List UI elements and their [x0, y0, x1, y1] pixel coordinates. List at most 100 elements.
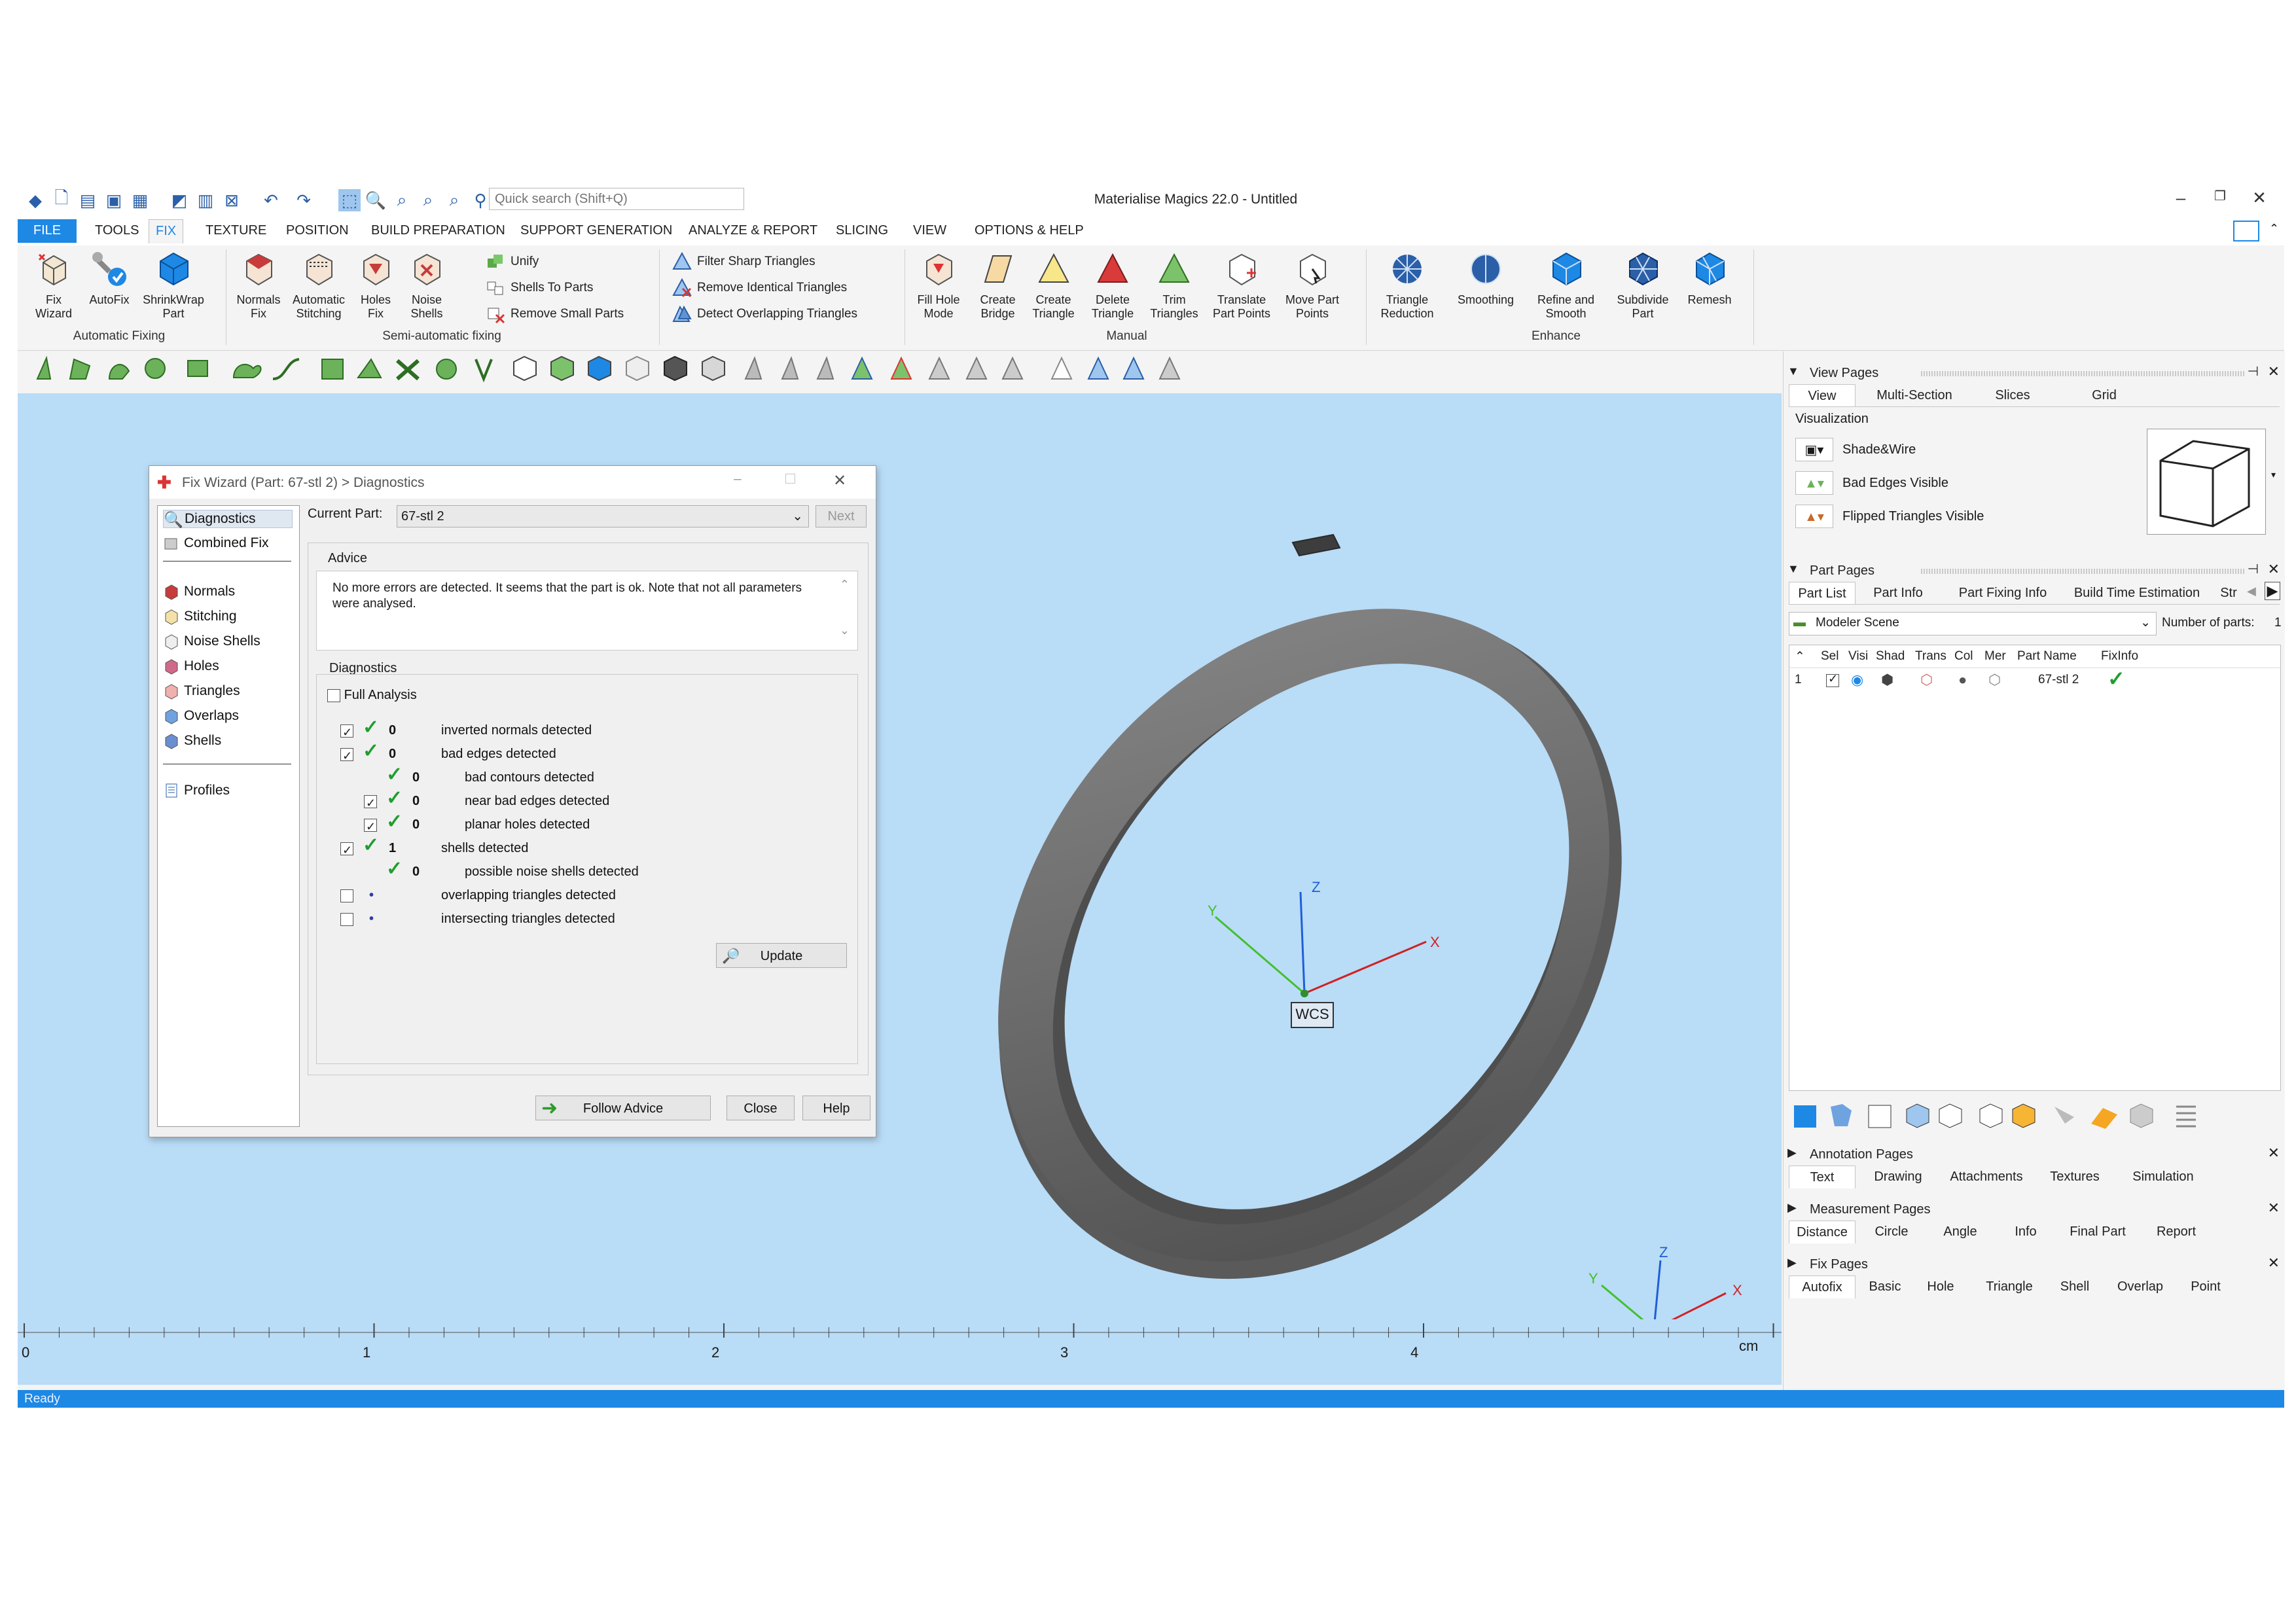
tab-shell[interactable]: Shell	[2049, 1275, 2101, 1298]
app-logo-icon[interactable]: ◆	[24, 189, 46, 211]
help-button[interactable]: Help	[802, 1096, 870, 1120]
view-cube[interactable]	[2147, 429, 2266, 535]
tab-scroll-left-icon[interactable]: ◀	[2247, 584, 2256, 598]
holes-fix-button[interactable]: Holes Fix	[353, 249, 399, 321]
col-part-name[interactable]: Part Name	[2017, 649, 2089, 664]
tab-drawing[interactable]: Drawing	[1862, 1166, 1934, 1188]
undo-icon[interactable]: ↶	[260, 189, 282, 211]
translate-part-points-button[interactable]: Translate Part Points	[1206, 249, 1278, 321]
tab-part-fixing-info[interactable]: Part Fixing Info	[1941, 582, 2065, 604]
fix-pages-header[interactable]: ▶ Fix Pages ✕	[1784, 1253, 2285, 1275]
col-fixinfo[interactable]: FixInfo	[2101, 649, 2160, 664]
quick-search-input[interactable]	[489, 188, 744, 210]
measurement-pages-header[interactable]: ▶ Measurement Pages ✕	[1784, 1198, 2285, 1221]
tab-textures[interactable]: Textures	[2039, 1166, 2111, 1188]
expand-icon[interactable]: ▶	[1787, 1256, 1797, 1270]
wcs-label[interactable]: WCS	[1291, 1002, 1334, 1028]
pin-icon[interactable]: ⊣	[2248, 363, 2259, 380]
eye-icon[interactable]: ◉	[1851, 671, 1863, 688]
collapse-icon[interactable]: ▼	[1787, 562, 1799, 576]
expand-icon[interactable]: ▶	[1787, 1146, 1797, 1160]
tab-distance[interactable]: Distance	[1789, 1221, 1856, 1243]
tab-scroll-right-icon[interactable]: ▶	[2265, 582, 2280, 600]
nav-holes[interactable]: Holes	[163, 658, 219, 675]
color-icon[interactable]: ●	[1958, 671, 1967, 688]
transparency-icon[interactable]: ⬡	[1920, 671, 1933, 688]
normals-fix-button[interactable]: Normals Fix	[232, 249, 285, 321]
minimize-button[interactable]: –	[2168, 188, 2194, 208]
remesh-button[interactable]: Remesh	[1680, 249, 1739, 307]
part-toolbar-icons[interactable]	[1794, 1103, 2196, 1129]
tab-point[interactable]: Point	[2176, 1275, 2235, 1298]
tab-analyze-report[interactable]: ANALYZE & REPORT	[689, 222, 817, 240]
current-part-select[interactable]: 67-stl 2 ⌄	[397, 505, 809, 527]
tab-slices[interactable]: Slices	[1977, 384, 2049, 406]
ring-part[interactable]	[870, 488, 1750, 1385]
remove-identical-triangles-button[interactable]: Remove Identical Triangles	[672, 278, 847, 298]
col-col[interactable]: Col	[1954, 649, 1978, 664]
update-button[interactable]: 🔎 Update	[716, 943, 847, 968]
scroll-down-icon[interactable]: ⌄	[840, 624, 850, 637]
sort-icon[interactable]: ⌃	[1795, 649, 1805, 664]
expand-icon[interactable]: ▶	[1787, 1201, 1797, 1215]
shells-to-parts-button[interactable]: Shells To Parts	[486, 278, 593, 298]
delete-triangle-button[interactable]: Delete Triangle	[1083, 249, 1142, 321]
follow-advice-button[interactable]: ➜ Follow Advice	[535, 1096, 711, 1120]
trim-triangles-button[interactable]: Trim Triangles	[1145, 249, 1204, 321]
annotation-pages-header[interactable]: ▶ Annotation Pages ✕	[1784, 1143, 2285, 1166]
nav-triangles[interactable]: Triangles	[163, 683, 240, 700]
dialog-close-icon[interactable]: ✕	[833, 471, 846, 490]
tab-tools[interactable]: TOOLS	[95, 222, 139, 240]
shading-icon[interactable]: ⬢	[1881, 671, 1893, 688]
fix-wizard-button[interactable]: Fix Wizard	[24, 249, 83, 321]
nav-profiles[interactable]: Profiles	[163, 782, 230, 799]
noise-shells-button[interactable]: Noise Shells	[401, 249, 453, 321]
diag-checkbox[interactable]	[364, 817, 377, 836]
refine-and-smooth-button[interactable]: Refine and Smooth	[1528, 249, 1604, 321]
layout-settings-icon[interactable]	[2233, 221, 2259, 241]
close-button[interactable]: Close	[726, 1096, 795, 1120]
select-view-icon[interactable]: ⬚	[338, 189, 361, 211]
close-window-button[interactable]: ✕	[2246, 188, 2272, 208]
bad-edges-icon[interactable]: ▲▾	[1795, 471, 1833, 495]
flipped-triangles-icon[interactable]: ▲▾	[1795, 505, 1833, 528]
tab-texture[interactable]: TEXTURE	[206, 222, 266, 240]
tab-part-list[interactable]: Part List	[1789, 582, 1856, 605]
new-file-icon[interactable]: 🗋	[50, 188, 73, 211]
view-cube-menu-icon[interactable]: ▾	[2271, 469, 2276, 480]
diag-checkbox[interactable]	[340, 722, 353, 742]
automatic-stitching-button[interactable]: Automatic Stitching	[286, 249, 351, 321]
tab-attachments[interactable]: Attachments	[1941, 1166, 2032, 1188]
col-sel[interactable]: Sel	[1821, 649, 1843, 664]
redo-icon[interactable]: ↷	[293, 189, 315, 211]
tab-report[interactable]: Report	[2144, 1221, 2209, 1243]
vis-shade-wire[interactable]: ▣▾ Shade&Wire	[1795, 438, 1916, 461]
tab-fix[interactable]: FIX	[149, 219, 184, 243]
tab-multi-section[interactable]: Multi-Section	[1859, 384, 1970, 406]
tab-options-help[interactable]: OPTIONS & HELP	[975, 222, 1084, 240]
tab-file[interactable]: FILE	[18, 219, 77, 243]
tab-grid[interactable]: Grid	[2058, 384, 2150, 406]
col-trans[interactable]: Trans	[1915, 649, 1949, 664]
close-panel-icon[interactable]: ✕	[2268, 363, 2280, 380]
tab-position[interactable]: POSITION	[286, 222, 349, 240]
save-icon[interactable]: ▣	[103, 189, 125, 211]
subdivide-part-button[interactable]: Subdivide Part	[1607, 249, 1679, 321]
filter-sharp-triangles-button[interactable]: Filter Sharp Triangles	[672, 252, 816, 272]
smoothing-button[interactable]: Smoothing	[1446, 249, 1525, 307]
tab-view-page[interactable]: View	[1789, 384, 1856, 407]
remove-small-parts-button[interactable]: Remove Small Parts	[486, 304, 624, 324]
full-analysis-checkbox[interactable]: Full Analysis	[327, 685, 417, 705]
diag-checkbox[interactable]	[340, 913, 353, 926]
zoom-fit-icon[interactable]: ⌕	[391, 189, 413, 211]
nav-shells[interactable]: Shells	[163, 732, 221, 749]
next-button[interactable]: Next	[816, 505, 867, 527]
save-part-icon[interactable]: ▥	[194, 189, 217, 211]
nav-combined-fix[interactable]: Combined Fix	[163, 535, 269, 552]
diag-checkbox[interactable]	[340, 889, 353, 902]
drag-grip[interactable]	[1921, 569, 2246, 574]
create-triangle-button[interactable]: Create Triangle	[1026, 249, 1081, 321]
scroll-up-icon[interactable]: ⌃	[840, 578, 850, 592]
table-row[interactable]: 1 ◉ ⬢ ⬡ ● ⬡ 67-stl 2 ✓	[1789, 667, 2280, 694]
view-pages-header[interactable]: ▼ View Pages ⊣ ✕	[1784, 362, 2285, 384]
